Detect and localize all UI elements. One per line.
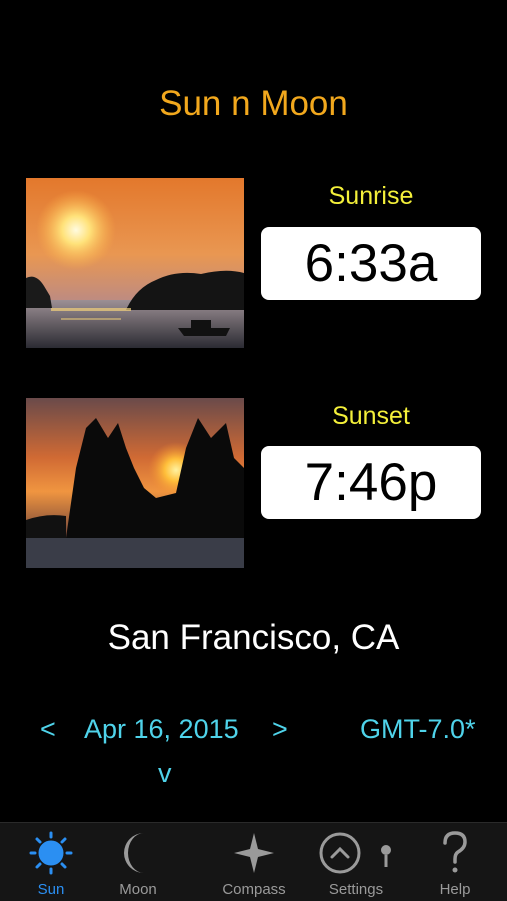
compass-star-icon — [208, 831, 300, 875]
sunrise-photo — [26, 178, 244, 348]
app-title: Sun n Moon — [159, 84, 348, 123]
tab-label-moon: Moon — [119, 881, 157, 898]
tab-compass[interactable]: Compass — [208, 823, 300, 901]
sunset-photo — [26, 398, 244, 568]
tab-label-settings: Settings — [328, 881, 384, 898]
location-city[interactable]: San Francisco, CA — [0, 618, 507, 658]
help-icon — [420, 831, 490, 875]
tab-label-help: Help — [439, 881, 471, 898]
next-date-button[interactable]: > — [272, 714, 288, 745]
tab-sun[interactable]: Sun — [11, 823, 91, 901]
tab-label-sun: Sun — [37, 881, 65, 898]
sunrise-time: 6:33a — [261, 227, 481, 300]
moon-icon — [98, 831, 178, 875]
tab-help[interactable]: Help — [420, 823, 490, 901]
sunrise-label: Sunrise — [328, 182, 414, 210]
prev-date-button[interactable]: < — [40, 714, 56, 745]
timezone-display[interactable]: GMT-7.0* — [360, 714, 476, 745]
tab-bar: Sun Moon Compass Settings Help — [0, 822, 507, 901]
sunset-label: Sunset — [332, 402, 410, 430]
sun-icon — [11, 831, 91, 875]
tab-moon[interactable]: Moon — [98, 823, 178, 901]
expand-button[interactable]: v — [158, 758, 172, 789]
tab-label-compass: Compass — [222, 881, 286, 898]
tab-settings[interactable]: Settings — [310, 823, 402, 901]
settings-icon — [310, 831, 402, 875]
date-display[interactable]: Apr 16, 2015 — [84, 714, 239, 745]
sunset-time: 7:46p — [261, 446, 481, 519]
